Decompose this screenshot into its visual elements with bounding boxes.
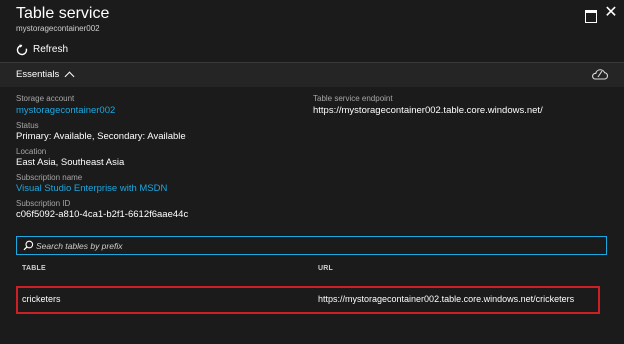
column-header-url[interactable]: URL (318, 265, 333, 272)
storage-account-label: Storage account (16, 94, 75, 103)
search-box (16, 236, 607, 255)
storage-account-link[interactable]: mystoragecontainer002 (16, 105, 115, 116)
blade-title: Table service (16, 5, 110, 22)
refresh-icon (16, 43, 28, 56)
table-url-cell: https://mystoragecontainer002.table.core… (318, 294, 575, 304)
table-name-cell: cricketers (22, 294, 61, 304)
subscription-id-label: Subscription ID (16, 199, 71, 208)
subscription-name-link[interactable]: Visual Studio Enterprise with MSDN (16, 183, 167, 194)
close-button[interactable]: ✕ (604, 4, 618, 21)
maximize-icon (585, 10, 597, 23)
location-value: East Asia, Southeast Asia (16, 157, 125, 168)
close-icon: ✕ (604, 4, 618, 21)
essentials-label: Essentials (16, 69, 60, 80)
search-input[interactable] (36, 237, 596, 254)
blade-subtitle: mystoragecontainer002 (16, 24, 100, 33)
table-row[interactable]: cricketers https://mystoragecontainer002… (16, 286, 600, 314)
status-value: Primary: Available, Secondary: Available (16, 131, 186, 142)
essentials-bar: Essentials (0, 63, 624, 87)
cloud-button[interactable] (590, 67, 610, 83)
endpoint-value: https://mystoragecontainer002.table.core… (313, 105, 543, 116)
chevron-up-icon (64, 71, 75, 82)
location-label: Location (16, 147, 47, 156)
refresh-button[interactable]: Refresh (16, 41, 68, 57)
subscription-name-label: Subscription name (16, 173, 83, 182)
command-bar: Refresh (0, 38, 624, 60)
search-icon (23, 240, 34, 251)
subscription-id-value: c06f5092-a810-4ca1-b2f1-6612f6aae44c (16, 209, 189, 220)
status-label: Status (16, 121, 39, 130)
refresh-label: Refresh (33, 43, 69, 55)
maximize-button[interactable] (584, 8, 598, 23)
endpoint-label: Table service endpoint (313, 94, 393, 103)
essentials-toggle[interactable]: Essentials (16, 69, 75, 82)
column-header-table[interactable]: TABLE (22, 265, 46, 272)
cloud-icon (592, 69, 608, 80)
blade-header: Table service mystoragecontainer002 ✕ (0, 0, 624, 36)
